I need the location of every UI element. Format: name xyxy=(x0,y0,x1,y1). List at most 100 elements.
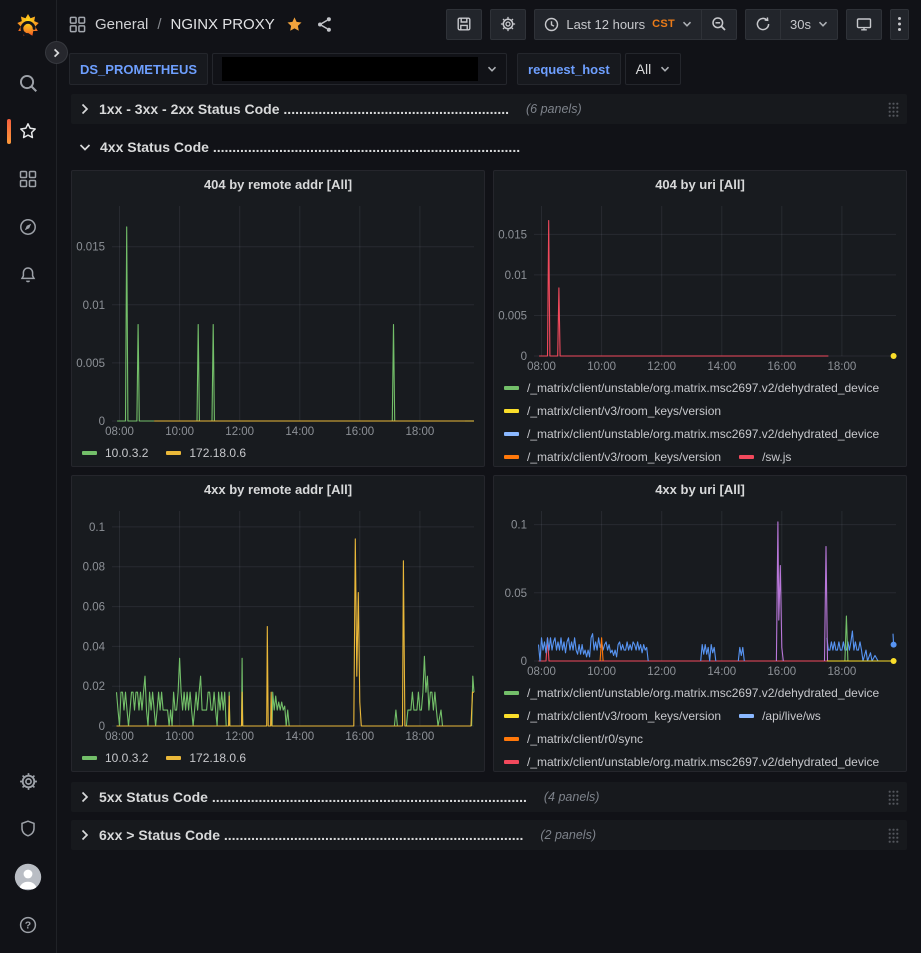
legend-item[interactable]: /_matrix/client/v3/room_keys/version xyxy=(504,445,721,466)
x-tick-label: 12:00 xyxy=(225,731,254,743)
kebab-icon xyxy=(897,16,902,32)
sidebar-item-configuration[interactable] xyxy=(0,757,56,805)
dashboard-row-6xx[interactable]: 6xx > Status Code ......................… xyxy=(71,820,907,850)
y-tick-label: 0 xyxy=(99,721,105,733)
refresh-interval-picker[interactable]: 30s xyxy=(780,9,838,40)
row-title: 4xx Status Code ........................… xyxy=(100,139,520,155)
x-tick-label: 10:00 xyxy=(587,666,616,678)
row-drag-handle[interactable] xyxy=(888,790,899,805)
variable-request-host: request_host All xyxy=(517,53,681,85)
row-title: 6xx > Status Code ......................… xyxy=(99,827,523,843)
favorite-star-icon[interactable] xyxy=(286,16,303,33)
x-tick-label: 16:00 xyxy=(345,731,374,743)
chart-canvas[interactable]: 08:0010:0012:0014:0016:0018:0000.0050.01… xyxy=(494,198,906,376)
legend-item[interactable]: 10.0.3.2 xyxy=(82,441,148,464)
datasource-value-redacted xyxy=(222,57,478,81)
datasource-value-dropdown[interactable] xyxy=(212,53,507,85)
y-tick-label: 0 xyxy=(521,351,527,363)
legend-item[interactable]: /_matrix/client/v3/room_keys/version xyxy=(504,704,721,727)
series-line xyxy=(539,634,649,661)
legend-item[interactable]: /_matrix/client/r0/sync xyxy=(504,727,643,750)
grafana-logo[interactable] xyxy=(10,9,46,45)
legend-item[interactable]: 172.18.0.6 xyxy=(166,441,246,464)
dashboard-settings-button[interactable] xyxy=(490,9,526,40)
sidebar-item-starred[interactable] xyxy=(0,107,56,155)
x-tick-label: 14:00 xyxy=(285,426,314,438)
x-tick-label: 12:00 xyxy=(647,666,676,678)
share-icon[interactable] xyxy=(316,16,333,33)
compass-icon xyxy=(18,217,38,237)
series-point xyxy=(891,642,897,648)
legend-item[interactable]: /api/live/ws xyxy=(739,704,821,727)
chart-svg: 08:0010:0012:0014:0016:0018:0000.0050.01… xyxy=(494,198,906,376)
legend-swatch xyxy=(504,386,519,390)
legend-label: /sw.js xyxy=(762,450,791,464)
chart-canvas[interactable]: 08:0010:0012:0014:0016:0018:0000.020.040… xyxy=(72,503,484,746)
legend-item[interactable]: /_matrix/client/unstable/org.matrix.msc2… xyxy=(504,750,879,771)
header-toolbar: Last 12 hours CST 30s xyxy=(446,9,909,40)
legend-item[interactable]: 10.0.3.2 xyxy=(82,746,148,769)
request-host-value-dropdown[interactable]: All xyxy=(625,53,682,85)
chart-canvas[interactable]: 08:0010:0012:0014:0016:0018:0000.050.1 xyxy=(494,503,906,681)
x-tick-label: 08:00 xyxy=(527,666,556,678)
main-area: General / NGINX PROXY Last 12 hours CST xyxy=(57,0,921,953)
sidebar-item-alerting[interactable] xyxy=(0,251,56,299)
dashboard-row-4xx[interactable]: 4xx Status Code ........................… xyxy=(71,132,907,162)
sidebar-item-explore[interactable] xyxy=(0,203,56,251)
series-line xyxy=(539,221,828,356)
sidebar-expand-button[interactable] xyxy=(45,41,68,64)
series-line xyxy=(394,710,397,726)
row-drag-handle[interactable] xyxy=(888,828,899,843)
sidebar-item-profile[interactable] xyxy=(0,853,56,901)
legend-item[interactable]: /_matrix/client/unstable/org.matrix.msc2… xyxy=(504,422,879,445)
x-tick-label: 08:00 xyxy=(105,426,134,438)
zoom-out-icon xyxy=(711,16,727,32)
sidebar-nav-top xyxy=(0,59,56,299)
time-controls: Last 12 hours CST xyxy=(534,9,737,40)
svg-text:?: ? xyxy=(25,920,31,932)
breadcrumb-folder[interactable]: General xyxy=(95,16,148,33)
request-host-label[interactable]: request_host xyxy=(517,53,621,85)
row-drag-handle[interactable] xyxy=(888,102,899,117)
variable-datasource: DS_PROMETHEUS xyxy=(69,53,507,85)
save-dashboard-button[interactable] xyxy=(446,9,482,40)
kebab-menu-button[interactable] xyxy=(890,9,909,40)
search-icon[interactable] xyxy=(0,59,56,107)
series-point xyxy=(891,353,897,359)
panel-title[interactable]: 404 by remote addr [All] xyxy=(72,171,484,198)
sidebar-item-help[interactable]: ? xyxy=(0,901,56,949)
legend-item[interactable]: /_matrix/client/v3/room_keys/version xyxy=(504,399,721,422)
dashboard-row-1xx-3xx-2xx[interactable]: 1xx - 3xx - 2xx Status Code ............… xyxy=(71,94,907,124)
sidebar-item-dashboards[interactable] xyxy=(0,155,56,203)
timezone-label: CST xyxy=(652,18,675,30)
sidebar-item-server-admin[interactable] xyxy=(0,805,56,853)
x-tick-label: 08:00 xyxy=(105,731,134,743)
legend-item[interactable]: /sw.js xyxy=(739,445,791,466)
panel-title[interactable]: 404 by uri [All] xyxy=(494,171,906,198)
x-tick-label: 10:00 xyxy=(165,426,194,438)
breadcrumb-dashboard-title[interactable]: NGINX PROXY xyxy=(171,16,275,33)
request-host-value: All xyxy=(636,61,652,77)
legend-item[interactable]: 172.18.0.6 xyxy=(166,746,246,769)
y-tick-label: 0 xyxy=(99,416,105,428)
chart-canvas[interactable]: 08:0010:0012:0014:0016:0018:0000.0050.01… xyxy=(72,198,484,441)
legend-item[interactable]: /_matrix/client/unstable/org.matrix.msc2… xyxy=(504,376,879,399)
legend-item[interactable]: /_matrix/client/unstable/org.matrix.msc2… xyxy=(504,681,879,704)
y-tick-label: 0.1 xyxy=(89,522,105,534)
legend-label: 172.18.0.6 xyxy=(189,446,246,460)
panel-title[interactable]: 4xx by uri [All] xyxy=(494,476,906,503)
panel-legend: 10.0.3.2 172.18.0.6 xyxy=(72,441,484,466)
legend-swatch xyxy=(739,455,754,459)
legend-label: /_matrix/client/unstable/org.matrix.msc2… xyxy=(527,381,879,395)
datasource-label[interactable]: DS_PROMETHEUS xyxy=(69,53,208,85)
panel-title[interactable]: 4xx by remote addr [All] xyxy=(72,476,484,503)
zoom-out-button[interactable] xyxy=(701,9,737,40)
time-range-picker[interactable]: Last 12 hours CST xyxy=(534,9,701,40)
legend-swatch xyxy=(82,756,97,760)
refresh-button[interactable] xyxy=(745,9,780,40)
y-tick-label: 0.04 xyxy=(83,641,106,653)
panel-legend: 10.0.3.2 172.18.0.6 xyxy=(72,746,484,771)
dashboard-row-5xx[interactable]: 5xx Status Code ........................… xyxy=(71,782,907,812)
y-tick-label: 0.02 xyxy=(83,681,105,693)
tv-mode-button[interactable] xyxy=(846,9,882,40)
